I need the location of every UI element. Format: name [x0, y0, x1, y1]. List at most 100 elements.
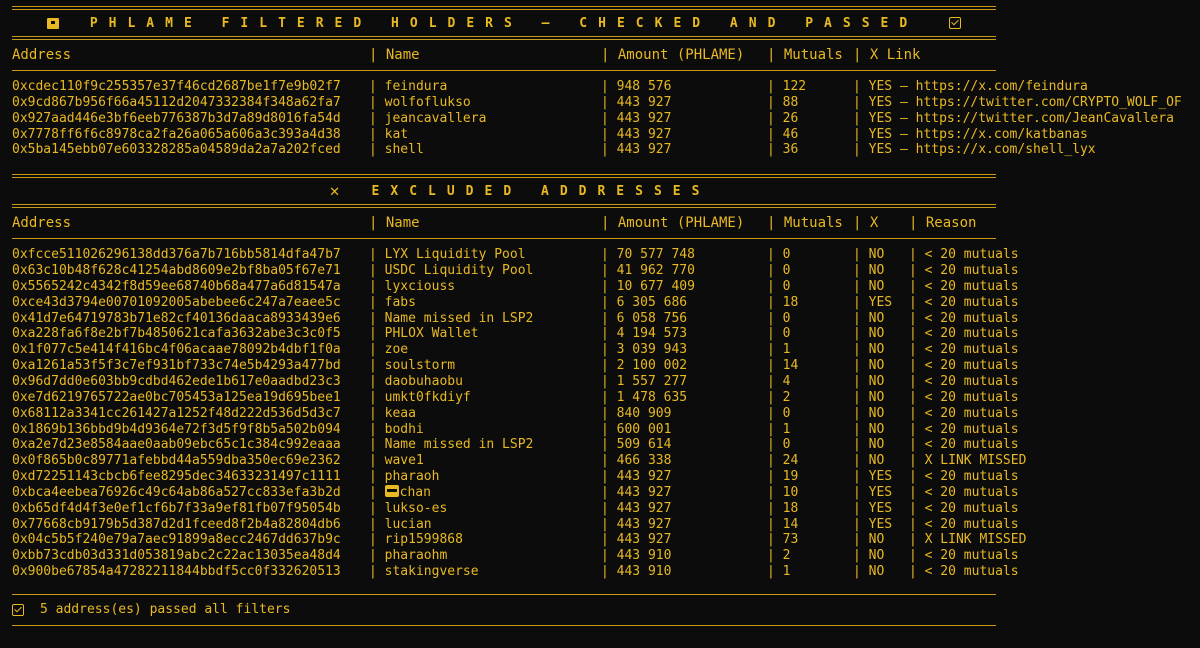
- address-cell: 0x41d7e64719783b71e82cf40136daaca8933439…: [12, 310, 341, 326]
- passed-table-body: 0xcdec110f9c255357e37f46cd2687be1f7e9b02…: [12, 79, 1200, 158]
- name-cell: rip1599868: [369, 532, 601, 548]
- reason-cell: X LINK MISSED: [909, 532, 1029, 548]
- x-cell: NO: [853, 532, 909, 548]
- amount-cell: 1 478 635: [601, 390, 767, 406]
- x-cell: NO: [853, 437, 909, 453]
- address-cell: 0x77668cb9179b5d387d2d1fceed8f2b4a82804d…: [12, 516, 341, 532]
- reason-cell: < 20 mutuals: [909, 564, 1029, 580]
- mutuals-cell: 18: [767, 295, 853, 311]
- name-cell: LYX Liquidity Pool: [369, 247, 601, 263]
- amount-cell: 443 927: [601, 532, 767, 548]
- amount-cell: 443 927: [601, 142, 767, 158]
- amount-cell: 4 194 573: [601, 326, 767, 342]
- excluded-table-header: Address Name Amount (PHLAME) Mutuals X R…: [12, 208, 1200, 238]
- address-cell: 0xb65df4d4f3e0ef1cf6b7f33a9ef81fb07f9505…: [12, 500, 341, 516]
- amount-cell: 443 910: [601, 548, 767, 564]
- address-cell: 0x04c5b5f240e79a7aec91899a8ecc2467dd637b…: [12, 532, 341, 548]
- reason-cell: < 20 mutuals: [909, 342, 1029, 358]
- address-cell: 0x1f077c5e414f416bc4f06acaae78092b4dbf1f…: [12, 342, 341, 358]
- x-cell: NO: [853, 326, 909, 342]
- reason-cell: < 20 mutuals: [909, 263, 1029, 279]
- mutuals-cell: 0: [767, 263, 853, 279]
- x-cell: NO: [853, 564, 909, 580]
- name-cell: PHLOX Wallet: [369, 326, 601, 342]
- excluded-section-title: ✕ EXCLUDED ADDRESSES: [12, 178, 996, 204]
- xlink-cell: YES — https://x.com/katbanas: [853, 127, 1193, 143]
- name-cell: pharaohm: [369, 548, 601, 564]
- mutuals-cell: 10: [767, 485, 853, 501]
- reason-cell: < 20 mutuals: [909, 326, 1029, 342]
- checkbox-checked-icon: [948, 16, 962, 30]
- name-text: USDC Liquidity Pool: [384, 263, 534, 279]
- mutuals-cell: 18: [767, 501, 853, 517]
- xlink-cell: YES — https://twitter.com/CRYPTO_WOLF_OF: [853, 95, 1193, 111]
- amount-cell: 6 058 756: [601, 311, 767, 327]
- table-row: 0x7778ff6f6c8978ca2fa26a065a606a3c393a4d…: [12, 127, 1200, 143]
- amount-cell: 443 927: [601, 127, 767, 143]
- reason-cell: < 20 mutuals: [909, 279, 1029, 295]
- checkbox-checked-icon: [12, 603, 24, 616]
- mutuals-cell: 14: [767, 358, 853, 374]
- amount-cell: 600 001: [601, 422, 767, 438]
- name-text: lyxciouss: [384, 278, 456, 294]
- x-cell: NO: [853, 390, 909, 406]
- table-row: 0xd72251143cbcb6fee8295dec34633231497c11…: [12, 469, 1200, 485]
- amount-cell: 443 927: [601, 469, 767, 485]
- excluded-table-body: 0xfcce511026296138dd376a7b716bb5814dfa47…: [12, 247, 1200, 580]
- mutuals-cell: 14: [767, 517, 853, 533]
- mutuals-cell: 1: [767, 342, 853, 358]
- address-cell: 0xd72251143cbcb6fee8295dec34633231497c11…: [12, 469, 341, 485]
- address-cell: 0x68112a3341cc261427a1252f48d222d536d5d3…: [12, 405, 341, 421]
- name-text: Name missed in LSP2: [384, 437, 534, 453]
- amount-cell: 509 614: [601, 437, 767, 453]
- mutuals-cell: 1: [767, 564, 853, 580]
- cross-icon: ✕: [329, 181, 340, 201]
- name-cell: daobuhaobu: [369, 374, 601, 390]
- name-text: lucian: [384, 516, 432, 532]
- reason-cell: < 20 mutuals: [909, 517, 1029, 533]
- table-row: 0x1f077c5e414f416bc4f06acaae78092b4dbf1f…: [12, 342, 1200, 358]
- table-row: 0xb65df4d4f3e0ef1cf6b7f33a9ef81fb07f9505…: [12, 501, 1200, 517]
- address-cell: 0xcdec110f9c255357e37f46cd2687be1f7e9b02…: [12, 79, 341, 94]
- address-cell: 0xa2e7d23e8584aae0aab09ebc65c1c384c992ea…: [12, 437, 341, 453]
- name-text: wave1: [384, 453, 424, 469]
- name-cell: USDC Liquidity Pool: [369, 263, 601, 279]
- amount-cell: 443 927: [601, 517, 767, 533]
- table-row: 0xa2e7d23e8584aae0aab09ebc65c1c384c992ea…: [12, 437, 1200, 453]
- name-text: bodhi: [384, 421, 424, 437]
- name-text: soulstorm: [384, 358, 456, 374]
- address-cell: 0x5565242c4342f8d59ee68740b68a477a6d8154…: [12, 278, 341, 294]
- mutuals-cell: 0: [767, 311, 853, 327]
- table-row: 0xe7d6219765722ae0bc705453a125ea19d695be…: [12, 390, 1200, 406]
- amount-cell: 443 927: [601, 485, 767, 501]
- table-row: 0xa1261a53f5f3c7ef931bf733c74e5b4293a477…: [12, 358, 1200, 374]
- name-cell: lyxciouss: [369, 279, 601, 295]
- reason-cell: < 20 mutuals: [909, 437, 1029, 453]
- col-header-x: X: [853, 208, 909, 238]
- mutuals-cell: 4: [767, 374, 853, 390]
- address-cell: 0x96d7dd0e603bb9cdbd462ede1b617e0aadbd23…: [12, 373, 341, 389]
- amount-cell: 466 338: [601, 453, 767, 469]
- reason-cell: < 20 mutuals: [909, 358, 1029, 374]
- x-cell: NO: [853, 263, 909, 279]
- xlink-cell: YES — https://x.com/feindura: [853, 79, 1193, 95]
- reason-cell: < 20 mutuals: [909, 390, 1029, 406]
- name-cell: lucian: [369, 517, 601, 533]
- name-text: chan: [399, 484, 431, 500]
- name-cell: keaa: [369, 406, 601, 422]
- reason-cell: < 20 mutuals: [909, 374, 1029, 390]
- name-cell: Name missed in LSP2: [369, 311, 601, 327]
- name-text: daobuhaobu: [384, 373, 463, 389]
- passed-title-text: PHLAME FILTERED HOLDERS — CHECKED AND PA…: [89, 15, 919, 31]
- table-row: 0x5565242c4342f8d59ee68740b68a477a6d8154…: [12, 279, 1200, 295]
- amount-cell: 443 927: [601, 95, 767, 111]
- name-cell: stakingverse: [369, 564, 601, 580]
- passed-section-title: PHLAME FILTERED HOLDERS — CHECKED AND PA…: [12, 10, 996, 36]
- x-cell: YES: [853, 501, 909, 517]
- address-cell: 0xfcce511026296138dd376a7b716bb5814dfa47…: [12, 247, 341, 263]
- address-cell: 0xce43d3794e00701092005abebee6c247a7eaee…: [12, 294, 341, 310]
- mutuals-cell: 73: [767, 532, 853, 548]
- xlink-cell: YES — https://x.com/shell_lyx: [853, 142, 1193, 158]
- x-cell: YES: [853, 485, 909, 501]
- mutuals-cell: 0: [767, 326, 853, 342]
